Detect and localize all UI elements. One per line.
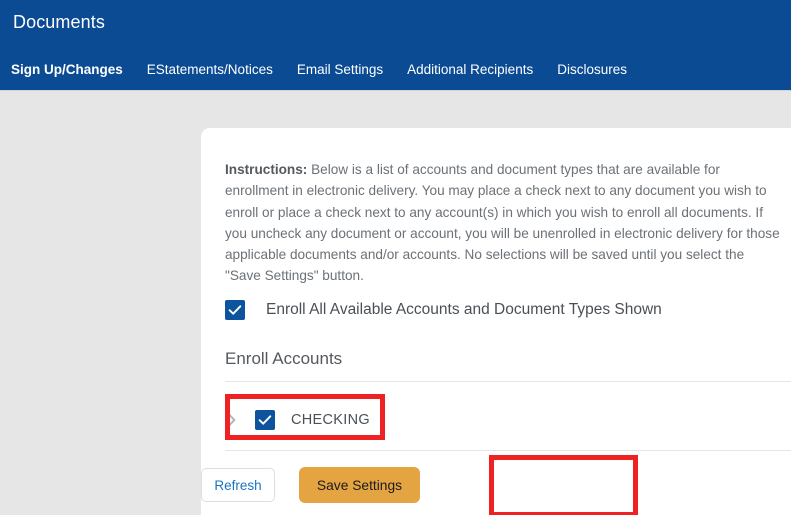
tab-email-settings[interactable]: Email Settings xyxy=(285,59,395,81)
instructions-label: Instructions: xyxy=(225,162,308,177)
enroll-accounts-heading: Enroll Accounts xyxy=(225,349,343,368)
checkmark-icon xyxy=(258,415,272,425)
checkmark-icon xyxy=(228,305,242,315)
app-header: Documents Sign Up/Changes EStatements/No… xyxy=(0,0,791,91)
checking-account-label: CHECKING xyxy=(291,412,370,428)
content-card: Instructions: Below is a list of account… xyxy=(201,128,791,515)
main-nav: Sign Up/Changes EStatements/Notices Emai… xyxy=(11,59,639,81)
tab-disclosures[interactable]: Disclosures xyxy=(545,59,639,81)
save-settings-button[interactable]: Save Settings xyxy=(299,467,420,503)
divider-above-accounts xyxy=(225,381,791,382)
header-divider xyxy=(0,90,791,91)
enroll-all-checkbox[interactable] xyxy=(225,300,245,320)
tab-sign-up-changes[interactable]: Sign Up/Changes xyxy=(11,59,135,81)
checking-account-checkbox[interactable] xyxy=(255,410,275,430)
instructions-paragraph: Instructions: Below is a list of account… xyxy=(225,159,783,287)
instructions-body: Below is a list of accounts and document… xyxy=(225,162,780,284)
tab-additional-recipients[interactable]: Additional Recipients xyxy=(395,59,545,81)
enroll-all-row[interactable]: Enroll All Available Accounts and Docume… xyxy=(225,300,662,320)
chevron-right-icon[interactable] xyxy=(225,410,239,430)
page-title: Documents xyxy=(13,12,105,32)
account-row-checking[interactable]: CHECKING xyxy=(225,400,370,440)
divider-below-accounts xyxy=(225,450,791,451)
refresh-button[interactable]: Refresh xyxy=(201,468,275,502)
tab-estatements-notices[interactable]: EStatements/Notices xyxy=(135,59,285,81)
enroll-all-label: Enroll All Available Accounts and Docume… xyxy=(266,301,662,318)
